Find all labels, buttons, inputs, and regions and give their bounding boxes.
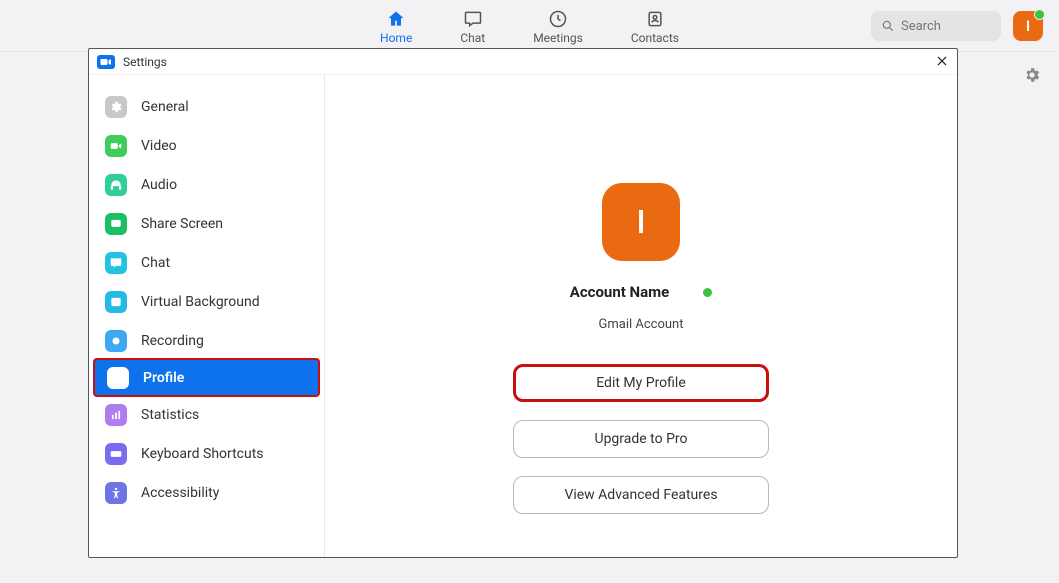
account-name: Account Name [570, 283, 670, 301]
search-box[interactable] [871, 11, 1001, 41]
nav-tab-label: Meetings [533, 31, 583, 45]
close-icon [935, 54, 949, 68]
chat-icon [463, 9, 483, 29]
search-icon [881, 19, 895, 33]
sidebar-item-label: Share Screen [141, 216, 223, 232]
settings-window-title: Settings [123, 55, 167, 69]
nav-tab-label: Home [380, 31, 412, 45]
contacts-icon [645, 9, 665, 29]
nav-tabs: Home Chat Meetings Contacts [380, 0, 679, 51]
sidebar-item-label: Statistics [141, 407, 199, 423]
video-icon [105, 135, 127, 157]
share-screen-icon [105, 213, 127, 235]
sidebar-item-video[interactable]: Video [89, 126, 324, 165]
settings-body: General Video Audio Share Screen [89, 75, 957, 557]
nav-tab-label: Contacts [631, 31, 679, 45]
gear-icon [105, 96, 127, 118]
profile-panel: I Account Name Gmail Account Edit My Pro… [325, 75, 957, 557]
sidebar-item-label: Virtual Background [141, 294, 260, 310]
profile-avatar: I [602, 183, 680, 261]
sidebar-item-profile[interactable]: Profile [93, 358, 320, 397]
sidebar-item-general[interactable]: General [89, 87, 324, 126]
nav-tab-contacts[interactable]: Contacts [631, 9, 679, 51]
profile-avatar-initial: I [636, 203, 645, 241]
gear-icon [1023, 66, 1041, 84]
record-icon [105, 330, 127, 352]
close-button[interactable] [935, 53, 949, 72]
account-name-row: Account Name [570, 283, 713, 301]
settings-sidebar: General Video Audio Share Screen [89, 75, 325, 557]
button-label: View Advanced Features [564, 487, 717, 503]
profile-icon [107, 367, 129, 389]
sidebar-item-audio[interactable]: Audio [89, 165, 324, 204]
chat-bubble-icon [105, 252, 127, 274]
topbar-right: I [871, 0, 1043, 52]
image-icon [105, 291, 127, 313]
clock-icon [548, 9, 568, 29]
sidebar-item-label: Chat [141, 255, 170, 271]
sidebar-item-label: Video [141, 138, 177, 154]
button-label: Upgrade to Pro [594, 431, 687, 447]
sidebar-item-label: Keyboard Shortcuts [141, 446, 264, 462]
user-avatar[interactable]: I [1013, 11, 1043, 41]
settings-titlebar: Settings [89, 49, 957, 75]
upgrade-to-pro-button[interactable]: Upgrade to Pro [513, 420, 769, 458]
sidebar-item-virtual-background[interactable]: Virtual Background [89, 282, 324, 321]
sidebar-item-accessibility[interactable]: Accessibility [89, 473, 324, 512]
sidebar-item-label: Recording [141, 333, 204, 349]
sidebar-item-label: Accessibility [141, 485, 219, 501]
sidebar-item-label: General [141, 99, 189, 115]
settings-window: Settings General Video [88, 48, 958, 558]
zoom-logo-icon [97, 55, 115, 69]
nav-tab-chat[interactable]: Chat [460, 9, 485, 51]
sidebar-item-chat[interactable]: Chat [89, 243, 324, 282]
sidebar-item-recording[interactable]: Recording [89, 321, 324, 360]
view-advanced-features-button[interactable]: View Advanced Features [513, 476, 769, 514]
avatar-initial: I [1026, 17, 1030, 35]
settings-gear-button[interactable] [1023, 66, 1041, 88]
nav-tab-meetings[interactable]: Meetings [533, 9, 583, 51]
sidebar-item-share-screen[interactable]: Share Screen [89, 204, 324, 243]
sidebar-item-keyboard-shortcuts[interactable]: Keyboard Shortcuts [89, 434, 324, 473]
top-navbar: Home Chat Meetings Contacts I [0, 0, 1059, 52]
headphones-icon [105, 174, 127, 196]
presence-indicator-icon [703, 288, 712, 297]
sidebar-item-label: Profile [143, 370, 184, 386]
nav-tab-label: Chat [460, 31, 485, 45]
statistics-icon [105, 404, 127, 426]
keyboard-icon [105, 443, 127, 465]
accessibility-icon [105, 482, 127, 504]
sidebar-item-statistics[interactable]: Statistics [89, 395, 324, 434]
button-label: Edit My Profile [596, 375, 686, 391]
account-subtitle: Gmail Account [599, 317, 684, 332]
edit-my-profile-button[interactable]: Edit My Profile [513, 364, 769, 402]
sidebar-item-label: Audio [141, 177, 177, 193]
nav-tab-home[interactable]: Home [380, 9, 412, 51]
search-input[interactable] [901, 19, 991, 34]
home-icon [386, 9, 406, 29]
